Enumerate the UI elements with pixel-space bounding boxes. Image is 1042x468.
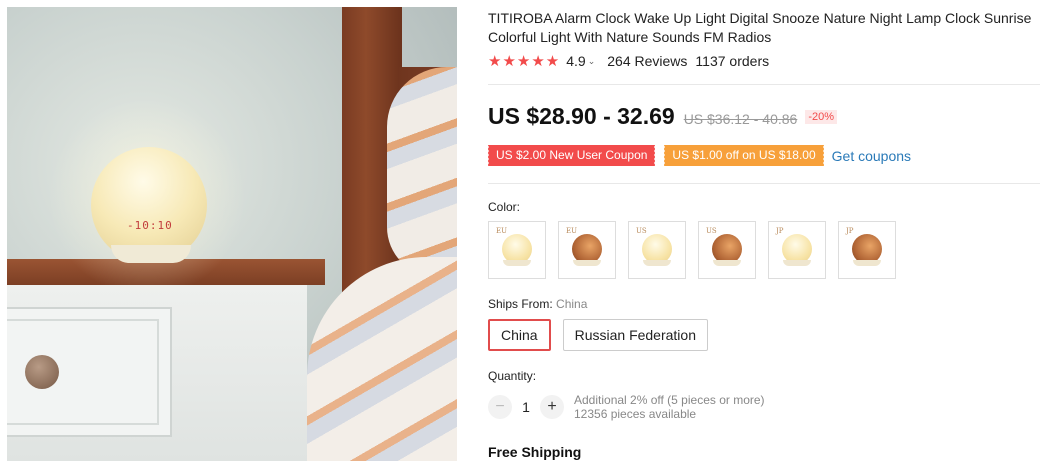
new-user-coupon[interactable]: US $2.00 New User Coupon xyxy=(486,145,656,166)
free-shipping-label: Free Shipping xyxy=(488,444,582,460)
color-swatch-eu-wood[interactable]: EU xyxy=(558,221,616,279)
swatch-tag: JP xyxy=(846,227,854,235)
ships-from-label: Ships From: China xyxy=(488,297,587,311)
product-title: TITIROBA Alarm Clock Wake Up Light Digit… xyxy=(488,10,1032,45)
orders-count: 1137 orders xyxy=(695,53,770,69)
current-price: US $28.90 - 32.69 xyxy=(488,103,675,129)
image-pillow xyxy=(387,67,457,277)
swatch-tag: EU xyxy=(496,227,508,235)
bulk-discount-note: Additional 2% off (5 pieces or more) xyxy=(574,393,765,407)
product-image[interactable]: -10:10 xyxy=(7,7,457,461)
color-swatch-us-wood[interactable]: US xyxy=(698,221,756,279)
ships-from-title: Ships From: xyxy=(488,297,553,311)
quantity-minus-button[interactable]: − xyxy=(488,395,512,419)
lamp-base-thumbnail xyxy=(783,260,811,266)
quantity-input[interactable]: 1 xyxy=(512,399,540,415)
coupon-row: US $2.00 New User Coupon US $1.00 off on… xyxy=(486,145,911,166)
swatch-tag: EU xyxy=(566,227,578,235)
ship-option-russian-federation[interactable]: Russian Federation xyxy=(562,319,708,351)
swatch-tag: US xyxy=(706,227,717,235)
original-price: US $36.12 - 40.86 xyxy=(683,111,798,127)
color-swatches: EU EU US US JP JP xyxy=(488,221,908,279)
quantity-info: Additional 2% off (5 pieces or more) 123… xyxy=(574,393,765,421)
pieces-available: 12356 pieces available xyxy=(574,407,697,421)
rating-value[interactable]: 4.9 xyxy=(566,53,585,69)
star-rating-icon: ★★★★★ xyxy=(488,53,561,70)
reviews-link[interactable]: 264 Reviews xyxy=(607,53,687,69)
lamp-base-thumbnail xyxy=(503,260,531,266)
color-swatch-jp-wood[interactable]: JP xyxy=(838,221,896,279)
divider xyxy=(488,84,1040,85)
color-swatch-us-light[interactable]: US xyxy=(628,221,686,279)
image-drawer-knob xyxy=(25,355,59,389)
color-swatch-eu-light[interactable]: EU xyxy=(488,221,546,279)
lamp-base-thumbnail xyxy=(573,260,601,266)
price-row: US $28.90 - 32.69 US $36.12 - 40.86 -20% xyxy=(488,103,838,130)
color-label: Color: xyxy=(488,200,521,214)
image-lamp-base xyxy=(111,245,191,263)
divider xyxy=(488,183,1040,184)
lamp-base-thumbnail xyxy=(853,260,881,266)
discount-badge: -20% xyxy=(805,109,838,124)
lamp-base-thumbnail xyxy=(643,260,671,266)
swatch-tag: US xyxy=(636,227,647,235)
ships-from-options: China Russian Federation xyxy=(488,319,720,351)
store-coupon[interactable]: US $1.00 off on US $18.00 xyxy=(663,145,824,166)
image-lamp-display: -10:10 xyxy=(127,219,173,232)
quantity-plus-button[interactable]: + xyxy=(540,395,564,419)
chevron-down-icon[interactable]: ⌄ xyxy=(588,56,596,67)
rating-row: ★★★★★ 4.9 ⌄ 264 Reviews 1137 orders xyxy=(488,52,769,70)
ship-option-china[interactable]: China xyxy=(488,319,551,351)
swatch-tag: JP xyxy=(776,227,784,235)
quantity-stepper: − 1 + Additional 2% off (5 pieces or mor… xyxy=(488,393,765,421)
ships-from-selected: China xyxy=(556,297,588,311)
color-swatch-jp-light[interactable]: JP xyxy=(768,221,826,279)
get-coupons-link[interactable]: Get coupons xyxy=(832,148,911,164)
quantity-label: Quantity: xyxy=(488,369,537,383)
lamp-base-thumbnail xyxy=(713,260,741,266)
